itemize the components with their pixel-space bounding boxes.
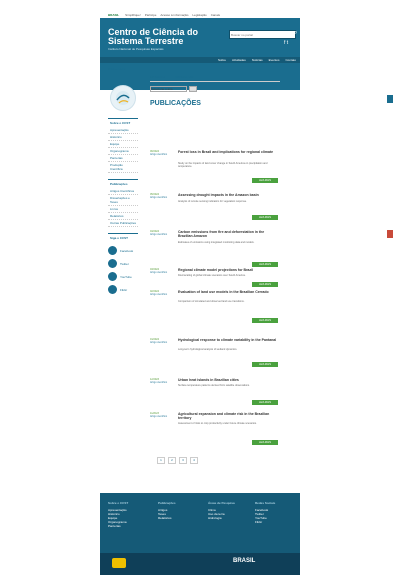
read-more-button[interactable]: LEIA MAIS	[252, 318, 278, 323]
item-title[interactable]: Carbon emissions from fire and deforesta…	[178, 230, 278, 238]
sidebar-item[interactable]: Produção Científica	[108, 162, 138, 173]
logo-icon	[116, 91, 130, 105]
footer-column: Publicações Artigos Teses Relatórios	[158, 501, 176, 520]
page-button[interactable]: 3	[179, 457, 187, 464]
item-meta: 02/2024 Artigo científico	[150, 290, 168, 296]
item-desc: Surface temperature patterns derived fro…	[178, 384, 250, 387]
search-input[interactable]	[229, 30, 296, 39]
search-icon[interactable]: ⌕	[294, 30, 302, 38]
read-more-button[interactable]: LEIA MAIS	[252, 400, 278, 405]
site-title[interactable]: Centro de Ciência do Sistema Terrestre	[108, 28, 218, 46]
social-link-flickr[interactable]: Flickr	[108, 285, 138, 294]
main-nav: Sobre Atividades Notícias Eventos Contat…	[100, 57, 300, 63]
footer-column: Sobre o CCST Apresentação Histórico Equi…	[108, 501, 129, 528]
item-title[interactable]: Agricultural expansion and climate risk …	[178, 412, 278, 420]
gov-link[interactable]: Legislação	[192, 13, 206, 17]
facebook-icon[interactable]: f	[284, 40, 285, 46]
nav-item[interactable]: Eventos	[269, 58, 280, 62]
gov-brand[interactable]: BRASIL	[108, 13, 119, 17]
item-desc: Study on the impacts of land cover chang…	[178, 162, 268, 168]
item-desc: Downscaling of global climate scenarios …	[178, 274, 246, 277]
ccst-logo	[110, 85, 136, 111]
item-title[interactable]: Regional climate model projections for B…	[178, 268, 278, 272]
item-meta: 12/2023 Artigo científico	[150, 378, 168, 384]
sidebar-item[interactable]: Artigos Científicos	[108, 188, 138, 195]
page-button[interactable]: 2	[168, 457, 176, 464]
nav-item[interactable]: Notícias	[252, 58, 263, 62]
item-title[interactable]: Hydrological response to climate variabi…	[178, 338, 278, 342]
sidebar-item[interactable]: Outras Publicações	[108, 220, 138, 227]
item-desc: Long-term hydrological analysis of wetla…	[178, 348, 238, 351]
side-tab-icon[interactable]	[387, 95, 393, 103]
sidebar-item[interactable]: Parcerias	[108, 155, 138, 162]
sidebar-item[interactable]: Relatórios	[108, 213, 138, 220]
item-title[interactable]: Forest loss in Brazil and implications f…	[178, 150, 278, 154]
main-content: LISTAGEM AGRUPADAS Selecione o ano PUBLI…	[150, 75, 280, 107]
nav-item[interactable]: Atividades	[232, 58, 246, 62]
footer-column: Redes Sociais Facebook Twitter YouTube F…	[255, 501, 276, 524]
sidebar-item[interactable]: Apresentação	[108, 127, 138, 134]
twitter-icon[interactable]: t	[287, 40, 288, 46]
read-more-button[interactable]: LEIA MAIS	[252, 362, 278, 367]
item-desc: Assessment of risks to crop productivity…	[178, 422, 257, 425]
item-meta: 03/2024 Artigo científico	[150, 268, 168, 274]
item-title[interactable]: Assessing drought impacts in the Amazon …	[178, 193, 278, 197]
tab-listagem[interactable]: LISTAGEM	[150, 75, 165, 80]
sidebar-section-title: Siga o CCST	[108, 233, 138, 242]
tab-agrupadas[interactable]: AGRUPADAS	[175, 75, 194, 80]
access-icon[interactable]	[112, 558, 126, 568]
item-title[interactable]: Urban heat islands in Brazilian cities	[178, 378, 278, 382]
item-desc: Comparison of simulated and observed lan…	[178, 300, 245, 303]
year-select[interactable]: Selecione o ano	[150, 86, 187, 92]
sidebar-section-title: Sobre o CCST	[108, 118, 138, 127]
read-more-button[interactable]: LEIA MAIS	[252, 215, 278, 220]
side-tab-icon[interactable]	[387, 230, 393, 238]
item-desc: Estimates of emissions using integrated …	[178, 241, 255, 244]
header-social: f t	[284, 40, 288, 46]
sidebar-item[interactable]: Livros	[108, 206, 138, 213]
page-button[interactable]: 1	[157, 457, 165, 464]
sidebar-section-title: Publicações	[108, 179, 138, 188]
nav-item[interactable]: Sobre	[218, 58, 226, 62]
page-title: PUBLICAÇÕES	[150, 100, 201, 107]
sidebar-item[interactable]: Dissertações e Teses	[108, 195, 138, 206]
brasil-logo: BRASIL	[233, 558, 288, 569]
sidebar-item[interactable]: Equipe	[108, 141, 138, 148]
read-more-button[interactable]: LEIA MAIS	[252, 440, 278, 445]
flickr-icon	[108, 285, 117, 294]
youtube-icon	[108, 272, 117, 281]
item-title[interactable]: Evaluation of land use models in the Bra…	[178, 290, 278, 294]
filter-row: Selecione o ano	[150, 86, 280, 92]
gov-link[interactable]: Participe	[145, 13, 157, 17]
footer: Sobre o CCST Apresentação Histórico Equi…	[100, 493, 300, 553]
tab-bar: LISTAGEM AGRUPADAS	[150, 75, 280, 82]
social-link-twitter[interactable]: Twitter	[108, 259, 138, 268]
item-meta: 04/2024 Artigo científico	[150, 230, 168, 236]
gov-link[interactable]: Simplifique!	[125, 13, 141, 17]
breadcrumb[interactable]: Página inicial	[108, 67, 126, 71]
read-more-button[interactable]: LEIA MAIS	[252, 282, 278, 287]
item-meta: 06/2024 Artigo científico	[150, 150, 168, 156]
item-meta: 11/2023 Artigo científico	[150, 412, 168, 418]
sidebar-item[interactable]: Histórico	[108, 134, 138, 141]
facebook-icon	[108, 246, 117, 255]
sidebar-item[interactable]: Organograma	[108, 148, 138, 155]
social-link-youtube[interactable]: YouTube	[108, 272, 138, 281]
read-more-button[interactable]: LEIA MAIS	[252, 178, 278, 183]
pagination: 1 2 3 4	[157, 457, 198, 464]
item-meta: 01/2024 Artigo científico	[150, 338, 168, 344]
item-desc: Analysis of remote sensing indicators fo…	[178, 200, 247, 203]
read-more-button[interactable]: LEIA MAIS	[252, 262, 278, 267]
gov-link[interactable]: Acesso à informação	[160, 13, 188, 17]
item-meta: 05/2024 Artigo científico	[150, 193, 168, 199]
twitter-icon	[108, 259, 117, 268]
site-subtitle: Instituto Nacional de Pesquisas Espaciai…	[108, 47, 164, 51]
page-button[interactable]: 4	[190, 457, 198, 464]
footer-column: Áreas de Pesquisa Clima Uso da terra Hid…	[208, 501, 235, 520]
gov-link[interactable]: Canais	[211, 13, 220, 17]
filter-button[interactable]	[189, 86, 197, 92]
sidebar: Sobre o CCST Apresentação Histórico Equi…	[108, 112, 138, 298]
social-link-facebook[interactable]: Facebook	[108, 246, 138, 255]
nav-item[interactable]: Contato	[285, 58, 296, 62]
